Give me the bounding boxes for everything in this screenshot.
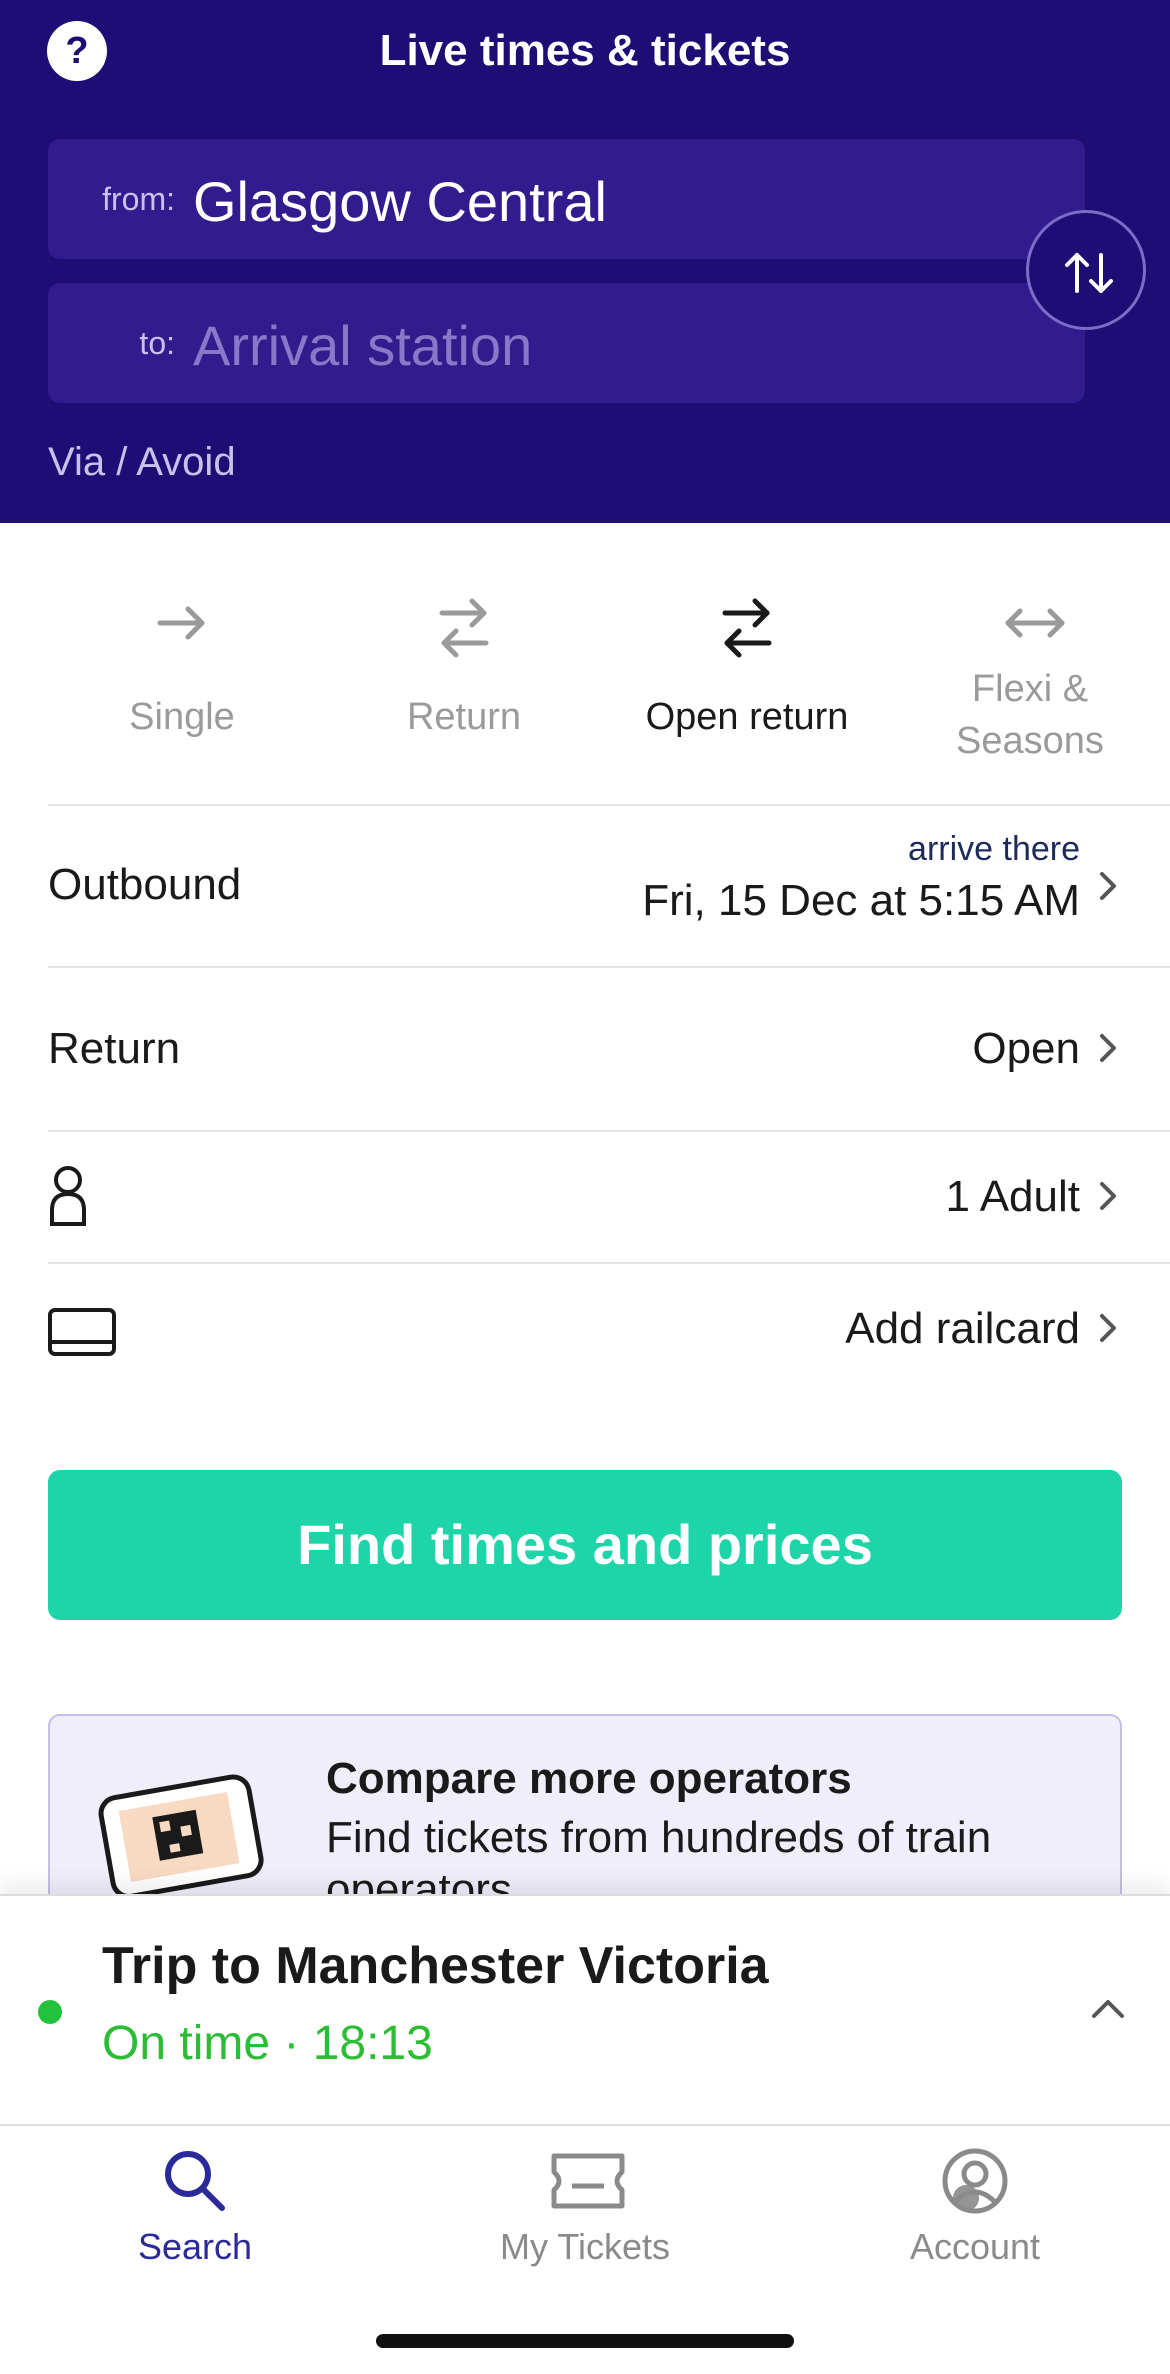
open-return-arrows-icon [722,598,772,658]
outbound-label: Outbound [48,860,242,909]
tab-single-label: Single [129,696,235,738]
search-icon [165,2151,225,2211]
chevron-right-icon [1100,872,1116,900]
passengers-value: 1 Adult [945,1172,1080,1221]
railcard-row[interactable]: Add railcard [48,1264,1122,1400]
tab-flexi-seasons[interactable]: Flexi & Seasons [896,523,1164,805]
person-icon [50,1166,86,1226]
nav-my-tickets[interactable]: My Tickets [390,2126,780,2316]
chevron-up-icon[interactable] [1088,1994,1128,2024]
to-station-field[interactable]: to: Arrival station [48,283,1085,403]
return-label: Return [48,1024,181,1073]
status-indicator-dot [38,2000,62,2024]
ticket-icon [551,2153,625,2209]
find-times-button[interactable]: Find times and prices [48,1470,1122,1620]
account-icon [942,2148,1008,2214]
outbound-mode: arrive there [908,830,1080,868]
from-station-value: Glasgow Central [193,170,607,233]
promo-title: Compare more operators [326,1754,852,1803]
trip-status: On time · 18:13 [102,2017,433,2070]
tab-return-label: Return [406,696,522,738]
swap-arrows-icon [1065,253,1113,293]
nav-search[interactable]: Search [0,2126,390,2316]
outbound-row[interactable]: Outbound arrive there Fri, 15 Dec at 5:1… [48,806,1122,966]
tab-single[interactable]: Single [48,523,316,805]
chevron-right-icon [1100,1182,1116,1210]
passengers-row[interactable]: 1 Adult [48,1132,1122,1262]
search-header: ? Live times & tickets from: Glasgow Cen… [0,0,1170,523]
page-title: Live times & tickets [379,26,791,75]
nav-account[interactable]: Account [780,2126,1170,2316]
swap-stations-button[interactable] [1026,210,1146,330]
tab-open-return-label: Open return [645,696,849,738]
from-station-field[interactable]: from: Glasgow Central [48,139,1085,259]
tab-return[interactable]: Return [330,523,598,805]
via-avoid-link[interactable]: Via / Avoid [48,440,236,485]
tab-open-return[interactable]: Open return [613,523,881,805]
arrow-right-icon [157,606,205,640]
live-trip-panel[interactable]: Trip to Manchester Victoria On time · 18… [0,1894,1170,2124]
to-station-placeholder: Arrival station [193,314,533,377]
railcard-value: Add railcard [845,1304,1080,1353]
outbound-datetime: Fri, 15 Dec at 5:15 AM [642,876,1080,925]
trip-title: Trip to Manchester Victoria [102,1937,769,1995]
trip-type-selector: Single Return Open return Flexi & Season… [48,523,1122,805]
chevron-right-icon [1100,1034,1116,1062]
return-arrows-icon [439,598,489,658]
screen: ? Live times & tickets from: Glasgow Cen… [0,0,1170,2374]
nav-account-label: Account [909,2226,1041,2267]
nav-my-tickets-label: My Tickets [499,2226,670,2267]
railcard-icon [48,1308,116,1356]
home-indicator[interactable] [376,2334,794,2348]
from-label: from: [102,181,175,217]
chevron-right-icon [1100,1314,1116,1342]
nav-search-label: Search [137,2226,253,2267]
return-row[interactable]: Return Open [48,968,1122,1130]
double-arrow-icon [1005,608,1065,638]
tab-flexi-seasons-label: Flexi & Seasons [956,668,1104,762]
return-value: Open [972,1024,1080,1073]
to-label: to: [139,325,175,361]
